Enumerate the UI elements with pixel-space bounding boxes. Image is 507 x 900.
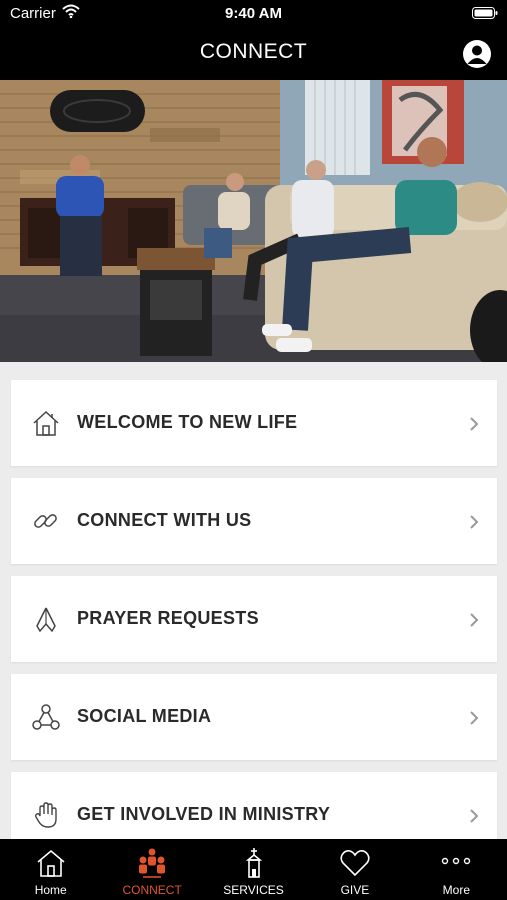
battery-icon xyxy=(472,7,498,19)
share-icon xyxy=(32,704,60,730)
menu-item-social-media[interactable]: SOCIAL MEDIA xyxy=(11,674,497,760)
menu-item-label: WELCOME TO NEW LIFE xyxy=(77,412,298,432)
tab-connect[interactable]: CONNECT xyxy=(101,839,202,900)
tab-label: CONNECT xyxy=(122,883,182,897)
nav-bar: CONNECT xyxy=(0,28,507,80)
chevron-right-icon xyxy=(470,809,479,823)
menu-item-label: CONNECT WITH US xyxy=(77,510,252,530)
menu-item-label: PRAYER REQUESTS xyxy=(77,608,259,628)
hero-image xyxy=(0,80,507,362)
more-icon xyxy=(442,857,471,865)
home-icon xyxy=(37,849,65,877)
menu-item-prayer-requests[interactable]: PRAYER REQUESTS xyxy=(11,576,497,662)
menu-item-connect-with-us[interactable]: CONNECT WITH US xyxy=(11,478,497,564)
status-bar: Carrier 9:40 AM xyxy=(0,0,507,28)
chevron-right-icon xyxy=(470,417,479,431)
connect-menu: WELCOME TO NEW LIFE CONNECT WITH US PRAY… xyxy=(11,380,497,870)
tab-label: Home xyxy=(34,883,67,897)
chevron-right-icon xyxy=(470,613,479,627)
menu-item-label: SOCIAL MEDIA xyxy=(77,706,212,726)
menu-item-welcome[interactable]: WELCOME TO NEW LIFE xyxy=(11,380,497,466)
menu-item-label: GET INVOLVED IN MINISTRY xyxy=(77,804,331,824)
people-icon xyxy=(139,848,166,878)
tab-home[interactable]: Home xyxy=(0,839,101,900)
tab-services[interactable]: SERVICES xyxy=(203,839,304,900)
profile-icon[interactable] xyxy=(462,39,492,69)
tab-give[interactable]: GIVE xyxy=(304,839,405,900)
praying-hands-icon xyxy=(36,607,56,633)
status-time: 9:40 AM xyxy=(225,5,282,22)
tab-label: SERVICES xyxy=(223,883,284,897)
home-icon xyxy=(33,410,59,436)
tab-label: GIVE xyxy=(340,883,370,897)
hand-icon xyxy=(34,802,57,828)
link-icon xyxy=(34,514,57,528)
church-icon xyxy=(245,848,262,878)
tab-label: More xyxy=(442,883,470,897)
chevron-right-icon xyxy=(470,711,479,725)
tab-more[interactable]: More xyxy=(406,839,507,900)
chevron-right-icon xyxy=(470,515,479,529)
page-title: CONNECT xyxy=(199,40,308,63)
tab-bar: Home CONNECT SERVICES GIVE More xyxy=(0,839,507,900)
heart-icon xyxy=(340,850,370,877)
